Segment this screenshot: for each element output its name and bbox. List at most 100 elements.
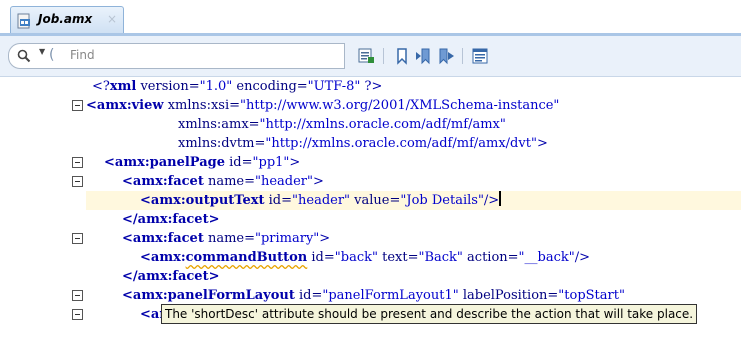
code-token: id= <box>264 193 293 208</box>
code-token: "http://xmlns.oracle.com/adf/mf/amx/dvt" <box>265 136 537 151</box>
code-token: "1.0" <box>199 79 233 94</box>
code-line-text: <amx:facet name="primary"> <box>122 229 330 248</box>
code-token: xmlns:amx= <box>178 117 260 132</box>
code-line-text: </amx:facet> <box>122 267 219 286</box>
code-token: </amx:facet> <box>122 269 220 284</box>
code-token: commandButton <box>185 250 308 265</box>
toolbar-separator <box>383 48 384 64</box>
code-token: "Back" <box>418 250 463 265</box>
search-icon <box>17 48 31 67</box>
editor-tab-bar: Job.amx × <box>0 0 741 36</box>
code-token: "back" <box>334 250 378 265</box>
code-line-text: <amx:commandButton id="back" text="Back"… <box>140 248 590 267</box>
find-input[interactable]: Find <box>64 43 345 69</box>
code-token: /> <box>574 250 591 265</box>
code-line-text: <?xml version="1.0" encoding="UTF-8" ?> <box>92 77 382 96</box>
code-token: ?> <box>360 79 383 94</box>
code-token: <amx:panelPage <box>104 155 226 170</box>
code-token: "http://xmlns.oracle.com/adf/mf/amx" <box>259 117 506 132</box>
toolbar-separator <box>462 48 463 64</box>
next-bookmark-icon[interactable] <box>436 46 456 66</box>
code-token: name= <box>203 231 255 246</box>
search-options-button[interactable]: ▼ ( <box>8 43 65 69</box>
code-token: /> <box>483 193 500 208</box>
code-line[interactable]: <amx:view xmlns:xsi="http://www.w3.org/2… <box>0 96 741 115</box>
chevron-down-icon: ▼ <box>39 47 46 56</box>
current-line[interactable]: <amx:outputText id="header" value="Job D… <box>86 191 741 210</box>
code-token: </amx:facet> <box>122 212 220 227</box>
find-box: ▼ ( Find <box>8 43 346 69</box>
code-line[interactable]: </amx:facet> <box>0 267 741 286</box>
code-line-text: xmlns:amx="http://xmlns.oracle.com/adf/m… <box>178 115 506 134</box>
code-token: <amx:view <box>86 98 164 113</box>
code-token: id= <box>294 288 323 303</box>
code-token: xmlns:dvtm= <box>178 136 266 151</box>
fold-toggle-icon[interactable] <box>72 176 83 187</box>
code-token: xmlns:xsi= <box>163 98 241 113</box>
code-token: "__back" <box>518 250 575 265</box>
code-line-text: </amx:facet> <box>122 210 219 229</box>
code-line[interactable]: xmlns:amx="http://xmlns.oracle.com/adf/m… <box>0 115 741 134</box>
code-token: "topStart" <box>558 288 625 303</box>
code-token: labelPosition= <box>458 288 559 303</box>
tab-job-amx[interactable]: Job.amx × <box>10 6 124 34</box>
code-line[interactable]: <amx:facet name="header"> <box>0 172 741 191</box>
code-token: <amx:facet <box>122 174 204 189</box>
code-token: "panelFormLayout1" <box>322 288 459 303</box>
source-view-icon[interactable] <box>356 46 376 66</box>
code-line[interactable]: <amx:panelFormLayout id="panelFormLayout… <box>0 286 741 305</box>
code-line-text: <amx:outputText id="header" value="Job D… <box>140 191 502 210</box>
code-line[interactable]: <?xml version="1.0" encoding="UTF-8" ?> <box>0 77 741 96</box>
code-token: <? <box>92 79 110 94</box>
fold-toggle-icon[interactable] <box>72 157 83 168</box>
text-caret <box>499 191 502 206</box>
previous-bookmark-icon[interactable] <box>414 46 434 66</box>
code-token: xml <box>109 79 137 94</box>
code-token: "header" <box>255 174 314 189</box>
code-line[interactable]: xmlns:dvtm="http://xmlns.oracle.com/adf/… <box>0 134 741 153</box>
code-line-text: <amx:facet name="header"> <box>122 172 324 191</box>
code-line[interactable]: <amx:commandButton id="back" text="Back"… <box>0 248 741 267</box>
tab-title: Job.amx <box>38 12 93 26</box>
find-placeholder: Find <box>70 48 95 62</box>
fold-toggle-icon[interactable] <box>72 290 83 301</box>
bookmark-icon[interactable] <box>392 46 412 66</box>
code-token: "pp1" <box>252 155 290 170</box>
editor-toolbar: ▼ ( Find <box>0 36 741 77</box>
code-token: > <box>289 155 301 170</box>
validation-tooltip: The 'shortDesc' attribute should be pres… <box>161 304 698 324</box>
code-token: "Job Details" <box>400 193 484 208</box>
code-token: id= <box>225 155 253 170</box>
code-line[interactable]: <amx:facet name="primary"> <box>0 229 741 248</box>
code-token: name= <box>203 174 255 189</box>
code-token: > <box>313 174 324 189</box>
code-token: encoding= <box>232 79 308 94</box>
code-token: <amx: <box>140 250 186 265</box>
code-token: "http://www.w3.org/2001/XMLSchema-instan… <box>240 98 560 113</box>
fold-toggle-icon[interactable] <box>72 100 83 111</box>
xml-file-icon <box>16 13 32 33</box>
code-token: > <box>536 136 548 151</box>
code-line-text: <amx:panelPage id="pp1"> <box>104 153 300 172</box>
code-token: "UTF-8" <box>307 79 361 94</box>
code-token: "primary" <box>255 231 320 246</box>
fold-toggle-icon[interactable] <box>72 309 83 320</box>
code-token: version= <box>136 79 200 94</box>
code-line-text: xmlns:dvtm="http://xmlns.oracle.com/adf/… <box>178 134 548 153</box>
code-line-text: <amx:view xmlns:xsi="http://www.w3.org/2… <box>86 96 559 115</box>
close-icon[interactable]: × <box>107 12 117 26</box>
code-token: <amx:panelFormLayout <box>122 288 295 303</box>
code-token: <amx:facet <box>122 231 204 246</box>
code-line[interactable]: </amx:facet> <box>0 210 741 229</box>
code-token: action= <box>462 250 519 265</box>
code-line[interactable]: <amx:panelPage id="pp1"> <box>0 153 741 172</box>
fold-toggle-icon[interactable] <box>72 233 83 244</box>
code-token: text= <box>377 250 419 265</box>
code-token: value= <box>350 193 401 208</box>
code-token: id= <box>307 250 335 265</box>
outline-icon[interactable] <box>470 46 490 66</box>
search-separator: ( <box>49 47 55 63</box>
code-token: "header" <box>292 193 351 208</box>
code-line-text: <amx:panelFormLayout id="panelFormLayout… <box>122 286 625 305</box>
code-token: > <box>319 231 331 246</box>
